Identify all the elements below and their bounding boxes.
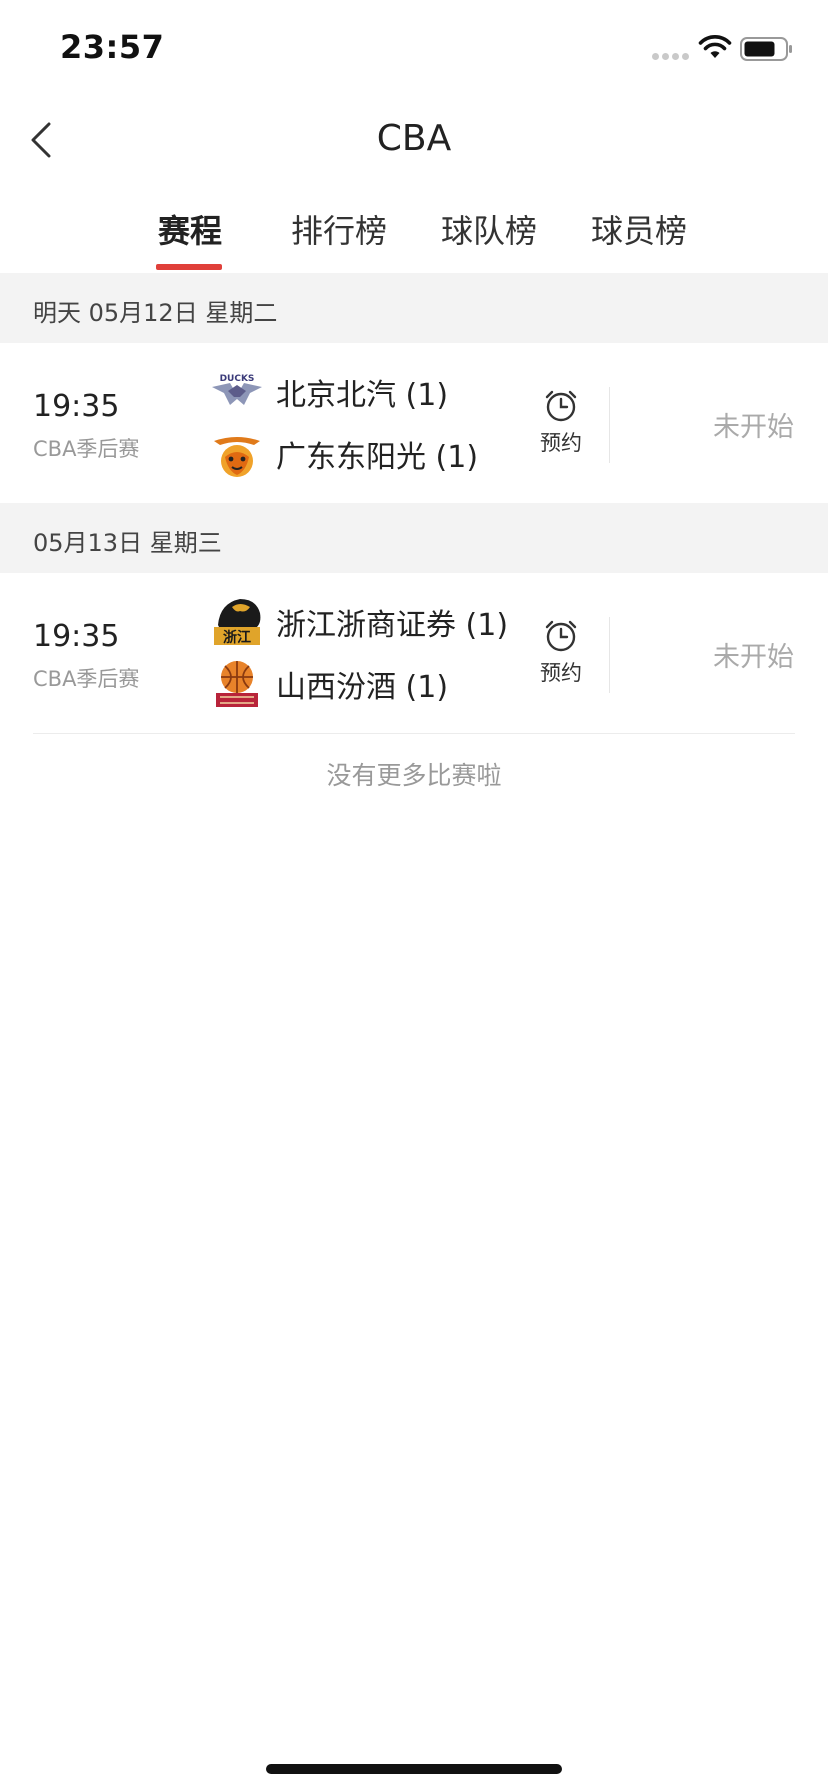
- away-team[interactable]: 广东东阳光 (1): [210, 427, 478, 481]
- team-name: 山西汾酒 (1): [276, 670, 449, 705]
- alarm-clock-icon: [545, 390, 577, 422]
- match-row[interactable]: 19:35 CBA季后赛 DUCKS 北京北汽 (1) 广东东阳光 (1) 预约: [0, 343, 828, 503]
- match-status: 未开始: [713, 412, 794, 443]
- status-bar: 23:57: [0, 0, 828, 100]
- date-header: 05月13日 星期三: [0, 503, 828, 573]
- team-name: 北京北汽 (1): [276, 378, 449, 413]
- divider: [609, 387, 610, 463]
- reserve-button[interactable]: 预约: [533, 619, 589, 687]
- team-name: 广东东阳光 (1): [276, 440, 479, 475]
- signal-dots-icon: [652, 53, 689, 60]
- home-team[interactable]: 浙江 浙江浙商证券 (1): [210, 595, 508, 649]
- reserve-button[interactable]: 预约: [533, 389, 589, 457]
- logo-text: DUCKS: [220, 374, 255, 384]
- alarm-clock-icon: [545, 620, 577, 652]
- battery-icon: [740, 37, 792, 61]
- reserve-label: 预约: [540, 661, 582, 685]
- match-time: 19:35: [33, 619, 120, 654]
- reserve-label: 预约: [540, 431, 582, 455]
- tab-player-rankings[interactable]: 球员榜: [584, 206, 694, 252]
- guangdong-tigers-logo: [214, 437, 260, 477]
- match-time: 19:35: [33, 389, 120, 424]
- list-divider: [33, 733, 795, 734]
- tab-team-rankings[interactable]: 球队榜: [434, 206, 544, 252]
- tab-bar: 赛程 排行榜 球队榜 球员榜: [0, 200, 828, 272]
- match-league: CBA季后赛: [33, 437, 140, 461]
- wifi-icon: [698, 35, 732, 58]
- match-status: 未开始: [713, 642, 794, 673]
- divider: [609, 617, 610, 693]
- home-indicator[interactable]: [266, 1764, 562, 1774]
- status-time: 23:57: [60, 28, 165, 66]
- no-more-matches-text: 没有更多比赛啦: [326, 761, 502, 790]
- home-team[interactable]: DUCKS 北京北汽 (1): [210, 365, 448, 419]
- logo-text: 浙江: [223, 629, 251, 646]
- page-title: CBA: [376, 118, 452, 159]
- date-label: 05月13日 星期三: [33, 529, 222, 557]
- beijing-ducks-logo: DUCKS: [212, 373, 262, 405]
- active-tab-indicator: [156, 264, 222, 270]
- shanxi-dragons-logo: [216, 661, 258, 707]
- tab-schedule[interactable]: 赛程: [150, 206, 230, 252]
- nav-bar: CBA: [0, 100, 828, 180]
- match-league: CBA季后赛: [33, 667, 140, 691]
- date-label: 明天 05月12日 星期二: [33, 299, 278, 327]
- tab-rankings[interactable]: 排行榜: [284, 206, 394, 252]
- away-team[interactable]: 山西汾酒 (1): [210, 657, 448, 711]
- team-name: 浙江浙商证券 (1): [276, 608, 509, 643]
- match-row[interactable]: 19:35 CBA季后赛 浙江 浙江浙商证券 (1) 山西汾酒 (1) 预约 未…: [0, 573, 828, 733]
- zhejiang-lions-logo: 浙江: [214, 599, 261, 646]
- date-header: 明天 05月12日 星期二: [0, 273, 828, 343]
